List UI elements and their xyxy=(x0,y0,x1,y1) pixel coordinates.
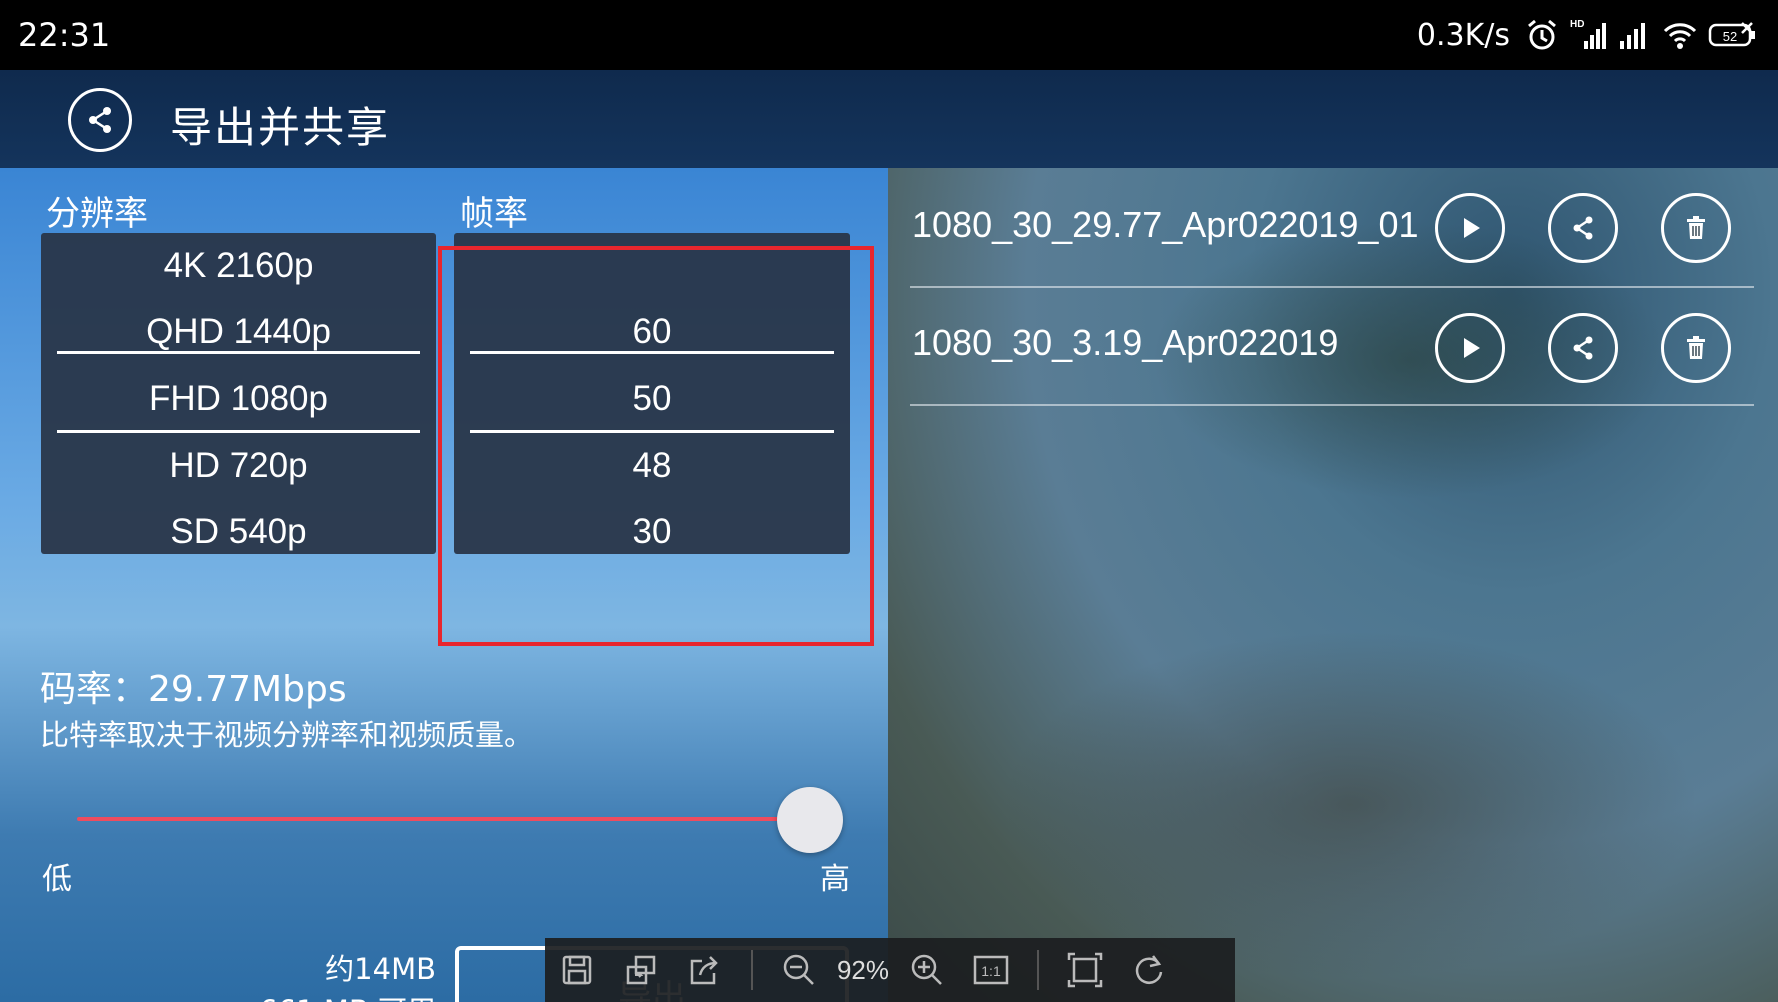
status-bar: 22:31 0.3K/s HD 52 xyxy=(0,0,1778,70)
play-icon xyxy=(1464,338,1480,358)
back-share-button[interactable] xyxy=(68,88,132,152)
alarm-icon xyxy=(1524,17,1560,53)
export-image-button[interactable] xyxy=(673,938,737,1002)
toolbar-separator xyxy=(1037,950,1039,990)
trash-icon xyxy=(1687,216,1705,239)
file-row: 1080_30_29.77_Apr022019_01 xyxy=(910,170,1754,288)
image-viewer-toolbar: 92% 1:1 xyxy=(545,938,1235,1002)
picker-selection-line xyxy=(57,351,420,354)
play-button[interactable] xyxy=(1435,313,1505,383)
bitrate-description: 比特率取决于视频分辨率和视频质量。 xyxy=(40,718,534,752)
file-name: 1080_30_3.19_Apr022019 xyxy=(912,322,1339,363)
play-button[interactable] xyxy=(1435,193,1505,263)
hd-signal-icon: HD xyxy=(1570,17,1606,53)
slider-high-label: 高 xyxy=(820,862,850,897)
quality-slider-track[interactable] xyxy=(77,817,812,821)
app-window: 导出并共享 分辨率 4K 2160p QHD 1440p FHD 1080p H… xyxy=(0,70,1778,1002)
share-icon xyxy=(89,107,111,133)
copy-icon xyxy=(626,955,656,985)
delete-button[interactable] xyxy=(1661,313,1731,383)
resolution-label: 分辨率 xyxy=(46,194,148,234)
save-button[interactable] xyxy=(545,938,609,1002)
frame-rate-label: 帧率 xyxy=(460,194,528,234)
actual-size-button[interactable]: 1:1 xyxy=(959,938,1023,1002)
quality-slider-thumb[interactable] xyxy=(777,787,843,853)
toolbar-separator xyxy=(751,950,753,990)
status-time: 22:31 xyxy=(18,16,111,54)
network-speed: 0.3K/s xyxy=(1416,17,1510,53)
resolution-option[interactable]: HD 720p xyxy=(41,433,436,499)
header-bar: 导出并共享 xyxy=(0,70,1778,168)
file-row: 1080_30_3.19_Apr022019 xyxy=(910,288,1754,406)
signal-icon xyxy=(1616,17,1652,53)
file-name: 1080_30_29.77_Apr022019_01 xyxy=(912,204,1419,245)
share-button[interactable] xyxy=(1548,193,1618,263)
status-icons: 0.3K/s HD 52 xyxy=(1417,12,1758,58)
share-button[interactable] xyxy=(1548,313,1618,383)
share-icon xyxy=(1573,216,1593,240)
resolution-option[interactable]: SD 540p xyxy=(41,499,436,554)
bitrate-label: 码率：29.77Mbps xyxy=(40,669,347,710)
svg-text:52: 52 xyxy=(1723,29,1737,44)
resolution-picker[interactable]: 4K 2160p QHD 1440p FHD 1080p HD 720p SD … xyxy=(41,233,436,554)
svg-text:HD: HD xyxy=(1570,19,1584,30)
play-icon xyxy=(1464,218,1480,238)
slider-low-label: 低 xyxy=(42,862,72,897)
fit-screen-button[interactable] xyxy=(1053,938,1117,1002)
size-estimate: 约14MB xyxy=(325,952,436,986)
background-blur xyxy=(1000,630,1700,980)
svg-text:1:1: 1:1 xyxy=(981,963,1001,979)
resolution-option[interactable]: QHD 1440p xyxy=(41,299,436,365)
wifi-icon xyxy=(1662,17,1698,53)
fit-screen-icon xyxy=(1067,952,1103,988)
copy-button[interactable] xyxy=(609,938,673,1002)
actual-size-icon: 1:1 xyxy=(973,955,1009,985)
zoom-in-icon xyxy=(911,954,942,985)
resolution-option-selected[interactable]: FHD 1080p xyxy=(41,366,436,432)
rotate-button[interactable] xyxy=(1117,938,1181,1002)
rotate-icon xyxy=(1135,955,1163,984)
delete-button[interactable] xyxy=(1661,193,1731,263)
zoom-out-button[interactable] xyxy=(767,938,831,1002)
resolution-option[interactable]: 4K 2160p xyxy=(41,233,436,299)
share-icon xyxy=(1573,336,1593,360)
space-available: 661 MB 可用 xyxy=(259,988,436,1002)
save-icon xyxy=(562,955,592,985)
export-icon xyxy=(690,956,718,985)
zoom-in-button[interactable] xyxy=(895,938,959,1002)
page-title: 导出并共享 xyxy=(170,103,391,152)
trash-icon xyxy=(1687,336,1705,359)
zoom-level: 92% xyxy=(836,954,890,985)
highlight-annotation-box xyxy=(438,246,874,646)
battery-icon: 52 xyxy=(1708,17,1758,53)
zoom-out-icon xyxy=(783,954,814,985)
